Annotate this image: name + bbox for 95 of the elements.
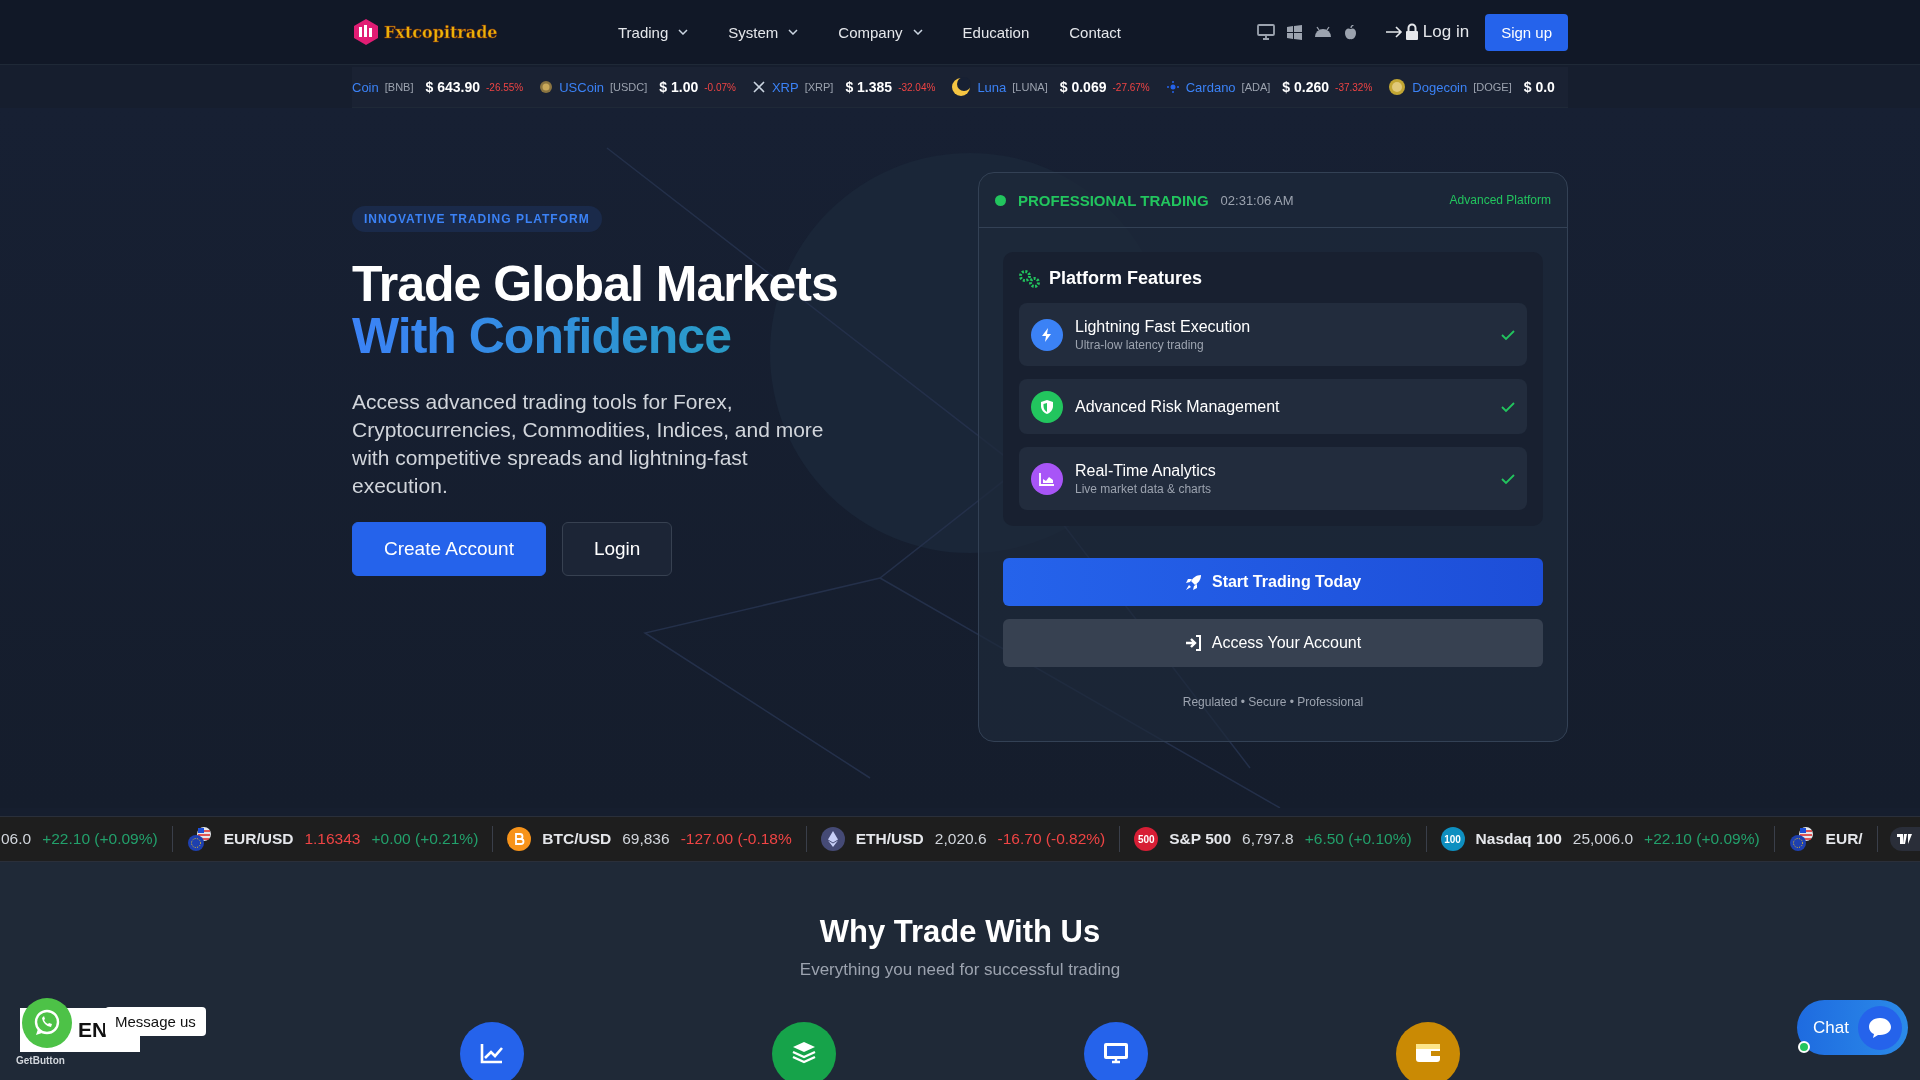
cross-icon [751, 80, 766, 94]
coin-price: $ 1.385 [845, 79, 893, 95]
symbol-price: 06.0 [1, 830, 32, 848]
symbol-price: 2,020.6 [934, 830, 987, 848]
index-badge: 100 [1440, 827, 1465, 851]
symbol-change: -127.00 (-0.18% [680, 830, 792, 848]
signup-button[interactable]: Sign up [1485, 13, 1568, 51]
feature-title: Lightning Fast Execution [1075, 317, 1251, 336]
login-icon [1384, 23, 1419, 41]
nav-link[interactable]: Contact [1069, 23, 1121, 41]
section-subtitle: Everything you need for successful trading [798, 960, 1122, 980]
message-tooltip: Message us [105, 1007, 206, 1036]
coin-price: $ 643.90 [425, 79, 480, 95]
index-badge: 500 [1134, 827, 1159, 851]
chat-bubble-icon [1858, 1005, 1902, 1050]
feature-title: Advanced Risk Management [1075, 397, 1280, 416]
flags-icon [186, 826, 213, 852]
coin-price: $ 0.069 [1059, 79, 1107, 95]
status-label: PROFESSIONAL TRADING [1018, 191, 1209, 209]
hero-description: Access advanced trading tools for Forex, Cryptocurrencies, Commodities, Indices, and more with competitive spreads and lightning-fast execution. [352, 389, 825, 499]
feature-subtitle: Ultra-low latency trading [1075, 337, 1205, 352]
coin-name[interactable]: Luna [977, 79, 1007, 95]
bitcoin-icon [507, 827, 532, 851]
symbol-change: +22.10 (+0.09%) [42, 830, 158, 848]
logo-icon [352, 18, 380, 46]
chart-logo-icon[interactable] [1890, 827, 1920, 851]
symbol-price: 25,006.0 [1572, 830, 1634, 848]
coin-symbol: [XRP] [804, 81, 834, 93]
coin-name[interactable]: Cardano [1185, 79, 1236, 95]
panel-title: Platform Features [1049, 268, 1203, 289]
sign-in-icon [1184, 635, 1202, 651]
symbol-price: 1.16343 [304, 830, 361, 848]
symbol-name[interactable]: BTC/USD [542, 830, 612, 848]
moon-icon [951, 77, 972, 97]
symbol-price: 6,797.8 [1242, 830, 1294, 848]
time-label: 02:31:06 AM [1220, 192, 1294, 208]
coin-name[interactable]: Coin [352, 79, 379, 95]
flags-icon [1788, 826, 1815, 852]
chart-icon [1031, 462, 1063, 495]
windows-icon[interactable] [1286, 24, 1302, 40]
coin-symbol: [ADA] [1241, 81, 1271, 93]
symbol-name[interactable]: EUR/ [1825, 830, 1863, 848]
hero-title: Trade Global Markets [352, 258, 839, 310]
coin-change: -26.55% [486, 81, 524, 93]
rocket-icon [1184, 573, 1202, 591]
coin-price: $ 0.0 [1523, 79, 1555, 95]
create-account-button[interactable]: Create Account [352, 522, 546, 576]
coin-change: -27.67% [1112, 81, 1150, 93]
card-footer: Regulated • Secure • Professional [1003, 695, 1543, 709]
coin-symbol: [DOGE] [1473, 81, 1512, 93]
coin-change: -37.32% [1335, 81, 1373, 93]
lightning-icon [1031, 318, 1063, 351]
symbol-name[interactable]: EUR/USD [223, 830, 294, 848]
coin-symbol: [LUNA] [1012, 81, 1048, 93]
coin-symbol: [USDC] [610, 81, 648, 93]
symbol-change: +22.10 (+0.09%) [1644, 830, 1760, 848]
coin-price: $ 1.00 [659, 79, 699, 95]
apple-icon[interactable] [1343, 24, 1357, 40]
coin-change: -32.04% [898, 81, 936, 93]
symbol-price: 69,836 [622, 830, 670, 848]
android-icon[interactable] [1313, 26, 1332, 38]
symbol-change: +0.00 (+0.21%) [371, 830, 479, 848]
symbol-name[interactable]: ETH/USD [855, 830, 924, 848]
symbol-name[interactable]: S&P 500 [1169, 830, 1231, 848]
coin-icon [1388, 78, 1407, 96]
shield-icon [1031, 390, 1063, 423]
nav-link[interactable]: Trading [618, 23, 689, 41]
start-trading-button[interactable]: Start Trading Today [1003, 558, 1543, 606]
dots-icon [1165, 80, 1180, 94]
nav-link[interactable]: Company [838, 23, 923, 41]
symbol-name[interactable]: Nasdaq 100 [1475, 830, 1562, 848]
nav-link[interactable]: System [728, 23, 799, 41]
coin-change: -0.07% [704, 81, 736, 93]
nav-link[interactable]: Education [962, 23, 1030, 41]
coin-name[interactable]: Dogecoin [1412, 79, 1468, 95]
brand-label[interactable]: GetButton [16, 1055, 65, 1066]
status-dot [995, 194, 1006, 206]
monitor-icon[interactable] [1256, 24, 1275, 40]
coin-name[interactable]: USCoin [559, 79, 605, 95]
login-link[interactable]: Log in [1384, 22, 1470, 42]
coin-icon [539, 80, 554, 94]
section-title: Why Trade With Us [818, 914, 1102, 950]
feature-title: Real-Time Analytics [1075, 461, 1216, 480]
coin-price: $ 0.260 [1282, 79, 1330, 95]
symbol-change: -16.70 (-0.82%) [997, 830, 1106, 848]
platform-tag: Advanced Platform [1449, 193, 1551, 207]
access-account-button[interactable]: Access Your Account [1003, 619, 1543, 667]
coin-symbol: [BNB] [384, 81, 414, 93]
tagline-badge: INNOVATIVE TRADING PLATFORM [352, 206, 602, 232]
gears-icon [1019, 269, 1041, 288]
symbol-change: +6.50 (+0.10%) [1304, 830, 1412, 848]
coin-name[interactable]: XRP [771, 79, 799, 95]
login-button[interactable]: Login [561, 522, 673, 576]
feature-subtitle: Live market data & charts [1075, 481, 1213, 496]
logo-text[interactable]: Fxtcopitrade [384, 22, 498, 42]
